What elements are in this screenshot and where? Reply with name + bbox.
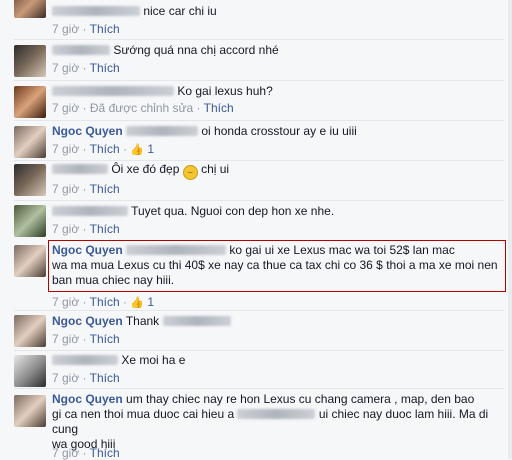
- commenter-name[interactable]: Ngoc Quyen: [52, 314, 123, 328]
- comment-time[interactable]: 7 giờ: [52, 22, 79, 36]
- comment-text-line-1: um thay chiec nay re hon Lexus cu chang …: [126, 392, 475, 406]
- comment-text-line-2: gi ca nen thoi mua duoc cai hieu a: [52, 407, 235, 421]
- divider: [14, 200, 504, 201]
- comment-time[interactable]: 7 giờ: [52, 332, 79, 346]
- divider: [14, 160, 504, 161]
- scrollbar[interactable]: [508, 0, 512, 459]
- redacted-name: [52, 45, 110, 55]
- avatar[interactable]: [14, 126, 46, 158]
- comment-text: Xe moi ha e: [121, 353, 186, 367]
- like-link[interactable]: Thích: [90, 22, 120, 36]
- commenter-name[interactable]: Ngoc Quyen: [52, 392, 123, 406]
- like-link[interactable]: Thích: [90, 182, 120, 196]
- thumbs-up-icon: 👍: [130, 297, 145, 309]
- comment-time[interactable]: 7 giờ: [52, 295, 79, 309]
- redacted-name: [52, 355, 118, 365]
- comment-time[interactable]: 7 giờ: [52, 222, 79, 236]
- like-link[interactable]: Thích: [90, 446, 120, 460]
- edited-label[interactable]: Đã được chỉnh sửa: [90, 101, 193, 115]
- comment-time[interactable]: 7 giờ: [52, 446, 79, 460]
- redacted-name: [52, 164, 108, 174]
- redacted-name: [52, 6, 140, 16]
- redacted-name: [237, 409, 316, 419]
- comment-text: nice car chi iu: [143, 4, 217, 18]
- like-link[interactable]: Thích: [90, 222, 120, 236]
- comment-text: Sướng quá nna chị accord nhé: [113, 43, 279, 57]
- comment-text: Thank: [125, 314, 160, 328]
- commenter-name[interactable]: Ngoc Quyen: [52, 124, 123, 138]
- divider: [14, 388, 504, 389]
- divider: [14, 120, 504, 121]
- avatar[interactable]: [14, 205, 46, 237]
- highlight-box: [48, 240, 506, 292]
- divider: [14, 310, 504, 311]
- redacted-name: [162, 316, 231, 326]
- like-count[interactable]: 1: [147, 142, 154, 156]
- comment-text: oi honda crosstour ay e iu uiii: [201, 124, 357, 138]
- divider: [14, 80, 504, 81]
- redacted-name: [126, 126, 199, 136]
- redacted-name: [52, 206, 128, 216]
- redacted-name: [52, 86, 174, 96]
- like-link[interactable]: Thích: [90, 61, 120, 75]
- like-count[interactable]: 1: [147, 295, 154, 309]
- comment-time[interactable]: 7 giờ: [52, 61, 79, 75]
- like-link[interactable]: Thích: [90, 371, 120, 385]
- comment-text: Ôi xe đó đẹp: [111, 162, 180, 176]
- like-link[interactable]: Thích: [204, 101, 234, 115]
- avatar[interactable]: [14, 355, 46, 387]
- comment-text-end: chị ui: [201, 162, 230, 176]
- like-link[interactable]: Thích: [90, 332, 120, 346]
- avatar[interactable]: [14, 245, 46, 277]
- avatar[interactable]: [14, 0, 46, 18]
- like-link[interactable]: Thích: [90, 295, 120, 309]
- avatar[interactable]: [14, 86, 46, 118]
- comment-text: Ko gai lexus huh?: [177, 84, 273, 98]
- smile-emoji-icon: ⌣: [182, 165, 198, 180]
- thumbs-up-icon: 👍: [130, 144, 145, 156]
- comment-time[interactable]: 7 giờ: [52, 101, 79, 115]
- avatar[interactable]: [14, 164, 46, 196]
- avatar[interactable]: [14, 45, 46, 77]
- comment-time[interactable]: 7 giờ: [52, 182, 79, 196]
- divider: [14, 350, 504, 351]
- comment-time[interactable]: 7 giờ: [52, 142, 79, 156]
- like-link[interactable]: Thích: [90, 142, 120, 156]
- avatar[interactable]: [14, 315, 46, 347]
- avatar[interactable]: [14, 395, 46, 427]
- comment-time[interactable]: 7 giờ: [52, 371, 79, 385]
- comment-text: Tuyet qua. Nguoi con dep hon xe nhe.: [131, 204, 335, 218]
- divider: [14, 39, 504, 40]
